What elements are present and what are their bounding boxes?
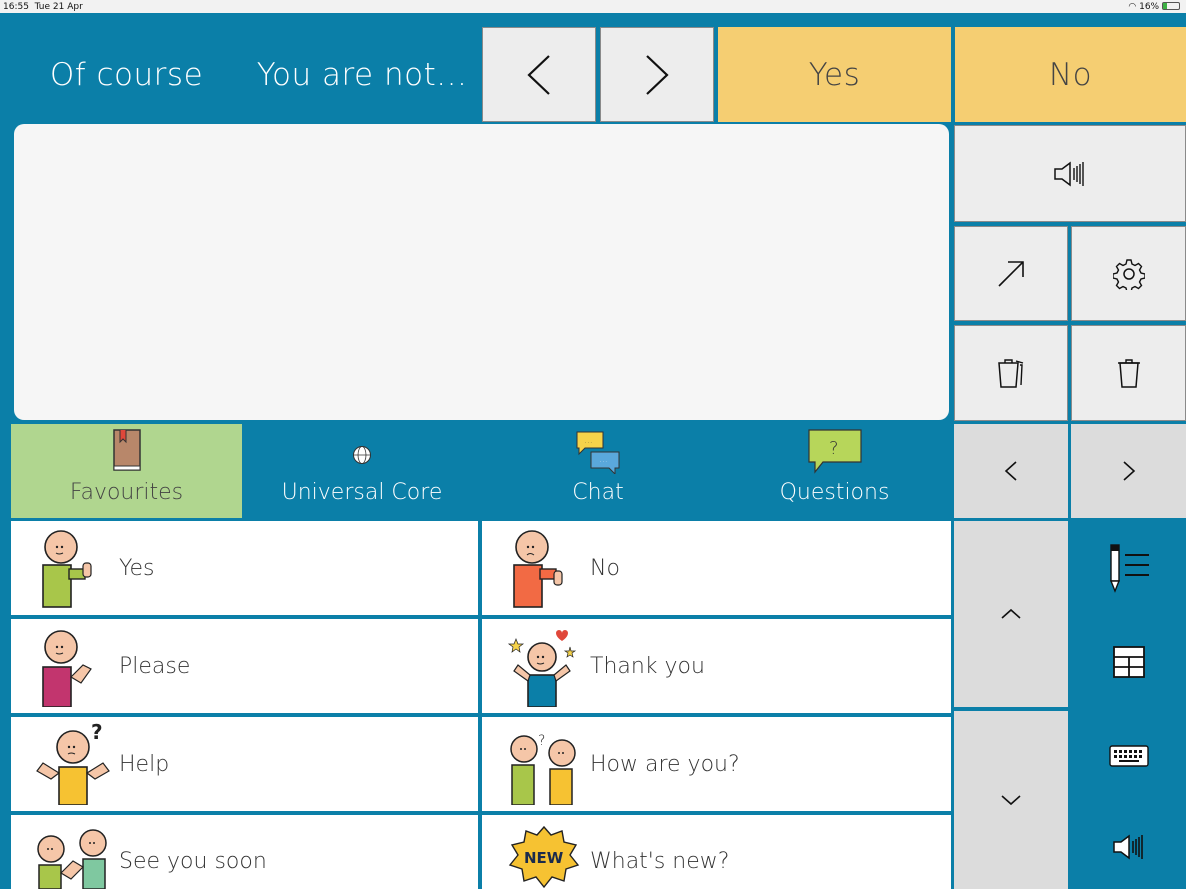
phrase-label: See you soon [119, 849, 267, 874]
phrase-label: Yes [119, 555, 155, 581]
chevron-left-icon [527, 54, 550, 95]
next-phrase-button[interactable] [600, 27, 714, 122]
phrase-help[interactable]: ? Help [11, 717, 478, 811]
yes-button[interactable]: Yes [718, 27, 951, 122]
speaker-icon [1112, 834, 1143, 860]
chevron-up-icon [1001, 608, 1021, 619]
speak-all-button[interactable] [1071, 805, 1186, 889]
button-label: Of course [49, 56, 204, 93]
new-badge-icon: NEW [508, 825, 580, 889]
button-label: No [1048, 56, 1093, 93]
two-people-question-icon: ? [510, 733, 576, 805]
share-button[interactable] [954, 226, 1068, 321]
wifi-icon: ◠ [1128, 1, 1137, 12]
phrase-button-of-course[interactable]: Of course [11, 27, 242, 122]
phrase-no[interactable]: No [482, 521, 951, 615]
tab-chat[interactable]: ...... Chat [482, 424, 714, 518]
phrase-button-you-are-not[interactable]: You are not... [246, 27, 478, 122]
phrase-label: How are you? [590, 751, 740, 777]
speaker-icon [1054, 161, 1084, 186]
tab-questions[interactable]: ? Questions [718, 424, 951, 518]
keyboard-button[interactable] [1071, 711, 1186, 801]
chevron-left-icon [1004, 461, 1017, 481]
trash-icon [1117, 359, 1140, 388]
tab-label: Favourites [69, 480, 184, 505]
status-right: ◠ 16% [1128, 2, 1180, 12]
grid-button[interactable] [1071, 617, 1186, 707]
status-time-date: 16:55 Tue 21 Apr [3, 1, 83, 12]
phrase-label: Help [119, 751, 170, 777]
gear-icon [1112, 258, 1145, 290]
status-bar: 16:55 Tue 21 Apr ◠ 16% [0, 0, 1186, 13]
two-people-handshake-icon [37, 829, 107, 889]
question-bubble-icon: ? [807, 429, 862, 474]
person-help-icon: ? [36, 723, 110, 805]
tab-favourites[interactable]: Favourites [11, 424, 242, 518]
keyboard-icon [1108, 745, 1149, 767]
edit-list-icon [1109, 544, 1149, 593]
tab-label: Questions [779, 480, 890, 505]
speak-button[interactable] [954, 125, 1186, 222]
book-icon [112, 429, 141, 471]
arrow-up-right-icon [998, 260, 1024, 287]
chevron-right-icon [1122, 461, 1135, 481]
clear-all-button[interactable] [954, 325, 1068, 421]
person-thumbs-up-icon [42, 530, 92, 608]
phrase-label: What's new? [590, 849, 730, 874]
tab-label: Chat [572, 480, 624, 505]
person-thumbs-down-icon [513, 530, 563, 608]
phrase-how-are-you[interactable]: ? How are you? [482, 717, 951, 811]
message-window[interactable] [14, 124, 949, 420]
chevron-down-icon [1001, 795, 1021, 806]
trash-all-icon [998, 359, 1024, 388]
chat-bubbles-icon: ...... [576, 431, 620, 474]
page-next-button[interactable] [1071, 424, 1186, 518]
svg-text:?: ? [91, 723, 103, 744]
svg-text:?: ? [829, 438, 839, 459]
svg-text:...: ... [584, 436, 593, 446]
no-button[interactable]: No [955, 27, 1186, 122]
prev-phrase-button[interactable] [482, 27, 596, 122]
tab-label: Universal Core [281, 480, 443, 505]
button-label: You are not... [256, 56, 468, 93]
battery-icon [1162, 2, 1180, 10]
tab-universal-core[interactable]: Universal Core [246, 424, 478, 518]
grid-icon [1112, 646, 1145, 678]
battery-percent: 16% [1139, 1, 1160, 12]
person-thank-you-icon [507, 630, 577, 707]
edit-list-button[interactable] [1071, 521, 1186, 613]
person-please-icon [42, 630, 92, 707]
phrase-please[interactable]: Please [11, 619, 478, 713]
svg-text:?: ? [538, 733, 545, 749]
scroll-up-button[interactable] [954, 521, 1068, 707]
phrase-label: Please [119, 653, 191, 679]
svg-text:NEW: NEW [524, 849, 564, 867]
page-prev-button[interactable] [954, 424, 1068, 518]
phrase-label: No [590, 555, 620, 581]
chevron-right-icon [646, 54, 669, 95]
settings-button[interactable] [1071, 226, 1186, 321]
scroll-down-button[interactable] [954, 711, 1068, 889]
phrase-see-you-soon[interactable]: See you soon [11, 815, 478, 889]
phrase-thank-you[interactable]: Thank you [482, 619, 951, 713]
phrase-yes[interactable]: Yes [11, 521, 478, 615]
phrase-whats-new[interactable]: NEW What's new? [482, 815, 951, 889]
button-label: Yes [808, 56, 861, 93]
delete-button[interactable] [1071, 325, 1186, 421]
phrase-label: Thank you [590, 653, 705, 679]
globe-icon [353, 446, 371, 464]
svg-text:...: ... [599, 455, 608, 465]
